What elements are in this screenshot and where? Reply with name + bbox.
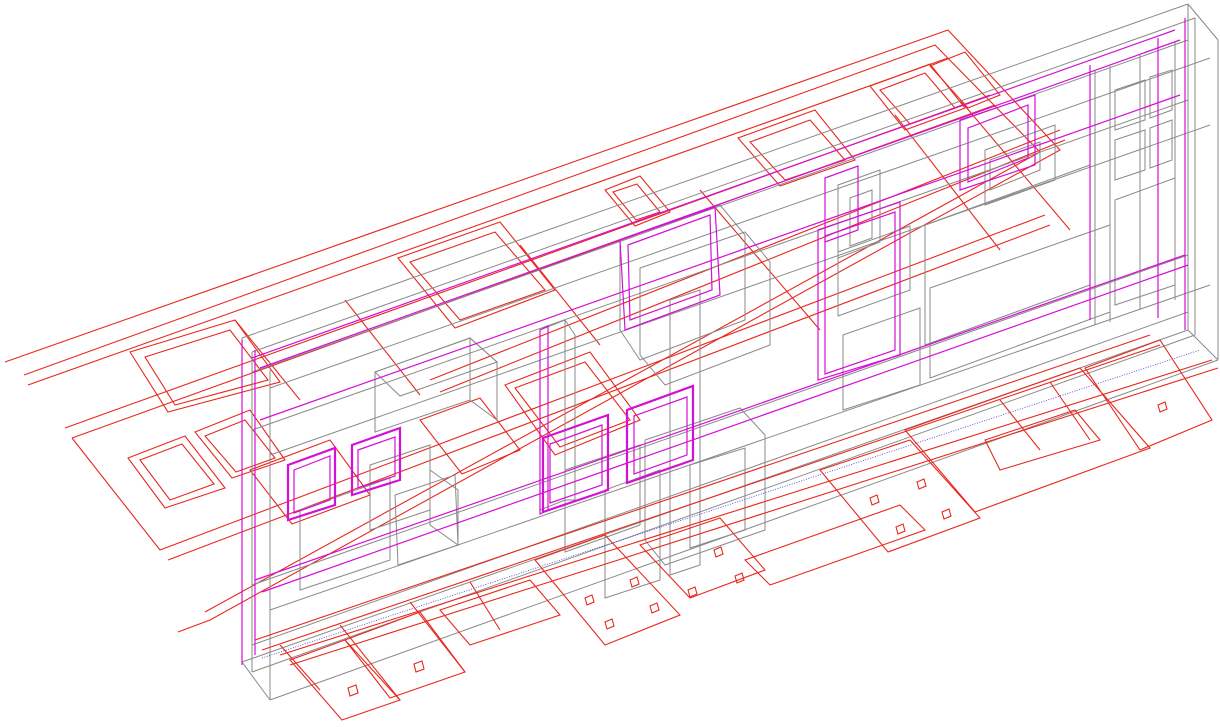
floor-partition-7: [71, 437, 161, 551]
floor-room-5: [604, 175, 671, 227]
footing-pad-5-mark-d: [941, 508, 952, 520]
floor-room-10: [419, 397, 521, 475]
floor-room-9: [504, 351, 641, 456]
footing-pad-3-mark-d: [649, 602, 660, 614]
footing-strip-2: [743, 504, 927, 586]
highlight-window-4-inner: [633, 396, 688, 475]
wall-panel-upper-right: [984, 124, 1056, 206]
floor-plan-band-7: [439, 139, 1066, 393]
footing-pad-5: [819, 439, 981, 553]
wall-top-right-end: [1187, 3, 1219, 41]
footing-pad-7-inner: [984, 409, 1101, 471]
footing-pad-3-mark-a: [584, 594, 595, 606]
floor-room-5-inner: [612, 183, 661, 221]
floor-plan-outline-upper: [4, 29, 1071, 633]
wall-course-1: [251, 39, 1189, 373]
footing-pad-4-mark-b: [713, 546, 724, 558]
isometric-wireframe-drawing: [4, 3, 1219, 721]
footing-tie-2: [339, 624, 401, 701]
wall-box-1-top: [374, 337, 498, 397]
footing-pad-3-mark-b: [604, 618, 615, 630]
footing-pad-2: [344, 611, 466, 699]
wall-course-7: [251, 311, 1189, 646]
wall-panel-mid-2: [842, 307, 921, 411]
footing-pad-1-mark: [347, 684, 359, 697]
floor-room-7: [869, 63, 966, 131]
highlight-window-1-inner: [293, 455, 331, 514]
highlight-door-frame-2-inner: [824, 211, 896, 375]
floor-plan-band-4: [159, 214, 1046, 551]
wall-panel-large-1: [924, 164, 1091, 346]
wall-course-2: [269, 57, 1211, 389]
floor-room-2-inner: [139, 443, 215, 501]
floor-plan-band-1: [27, 57, 949, 386]
footing-edge-2: [261, 344, 1161, 651]
floor-plan-inner-boundary: [23, 44, 1041, 613]
footing-pad-6-mark: [1157, 401, 1168, 413]
footing-pad-2-mark: [413, 660, 425, 673]
wall-geometry: [241, 3, 1219, 701]
footing-edge-3: [279, 359, 1213, 656]
footing-pad-5-mark-a: [869, 494, 880, 506]
highlight-top-rail-2: [259, 39, 1181, 369]
floor-plan-outline-lower: [254, 334, 1219, 721]
wall-course-5: [251, 254, 1189, 586]
wall-tower-6-inner: [689, 447, 746, 549]
wall-box-3-side: [429, 469, 459, 546]
highlight-rail-4: [254, 254, 1186, 581]
footing-pad-3-mark-c: [629, 576, 640, 588]
wall-course-6: [269, 284, 1211, 611]
footing-tie-3: [409, 601, 466, 673]
wall-top-front-edge: [241, 3, 1189, 339]
highlight-window-1: [286, 446, 337, 522]
cad-viewport[interactable]: [0, 0, 1220, 727]
wall-course-3: [251, 99, 1189, 431]
footing-edge-4: [289, 367, 1219, 666]
floor-partition-1: [234, 319, 301, 401]
wall-end-panel-4: [1149, 119, 1173, 169]
footing-edge-1: [254, 334, 1151, 641]
footing-pad-5-mark-b: [895, 523, 906, 535]
footing-pad-5-mark-c: [916, 478, 927, 490]
wall-end-panel-3: [1149, 69, 1173, 119]
floor-room-3: [194, 409, 286, 479]
floor-partition-6: [959, 99, 1071, 231]
wall-end-panel-5: [1114, 177, 1176, 306]
footing-pad-4: [639, 517, 766, 599]
footing-strip-1: [439, 579, 561, 646]
highlight-door-frame-2: [817, 201, 901, 381]
wall-base-end-2: [1187, 329, 1219, 361]
wall-base-end: [241, 661, 271, 701]
